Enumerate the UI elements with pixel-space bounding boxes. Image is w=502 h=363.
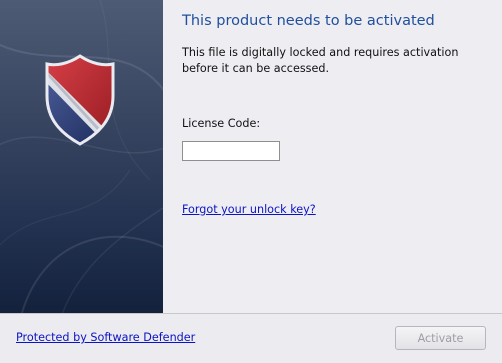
dialog-footer: Protected by Software Defender Activate	[0, 314, 502, 363]
side-banner	[0, 0, 163, 313]
dialog-description: This file is digitally locked and requir…	[182, 46, 459, 75]
activate-button[interactable]: Activate	[395, 326, 486, 350]
forgot-unlock-key-link[interactable]: Forgot your unlock key?	[182, 203, 316, 216]
license-code-input[interactable]	[182, 141, 280, 161]
dialog-title: This product needs to be activated	[182, 13, 435, 29]
swirl-decoration	[0, 0, 163, 313]
protected-by-link[interactable]: Protected by Software Defender	[16, 331, 195, 344]
shield-icon	[45, 54, 115, 146]
dialog-content: This product needs to be activated This …	[163, 0, 502, 313]
license-code-label: License Code:	[182, 117, 261, 130]
